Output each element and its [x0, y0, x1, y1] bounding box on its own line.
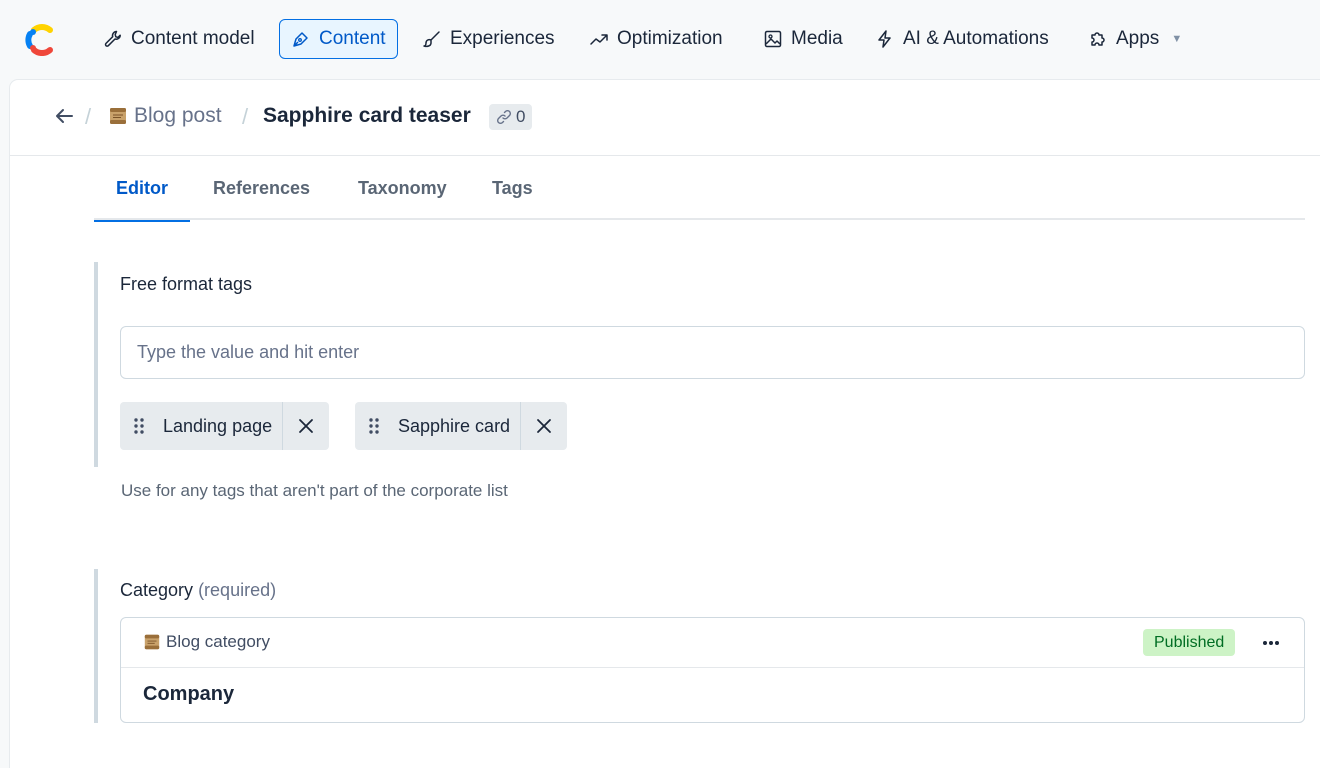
references-count: 0	[516, 107, 526, 126]
status-badge: Published	[1143, 629, 1236, 656]
more-actions-button[interactable]	[1254, 631, 1288, 655]
tag-pill: Landing page	[120, 402, 330, 450]
breadcrumb-parent-label: Blog post	[134, 104, 222, 127]
puzzle-icon	[1091, 32, 1105, 46]
entry-editor-panel: / Blog post / Sapphire card teaser 0 Edi…	[10, 80, 1320, 768]
tab-label: Tags	[492, 177, 533, 198]
tab-label: References	[213, 177, 311, 198]
more-horizontal-icon	[1263, 641, 1279, 645]
entry-title: Sapphire card teaser	[263, 104, 471, 127]
free-format-tags-field: Free format tags Landing page Sapphire c…	[94, 262, 1305, 467]
field-label-text: Category	[120, 580, 194, 600]
contentful-logo-icon[interactable]	[22, 22, 56, 56]
entry-card-header: Blog category Published	[121, 618, 1304, 668]
nav-label: AI & Automations	[903, 28, 1049, 49]
top-navigation: Content model Content Experiences Optimi…	[0, 0, 1320, 80]
entry-content-type: Blog category	[143, 632, 270, 652]
editor-tabs: Editor References Taxonomy Tags	[94, 156, 1305, 222]
tag-label: Sapphire card	[398, 415, 511, 436]
tab-label: Taxonomy	[358, 177, 447, 198]
category-field: Category (required) Blog category Publis…	[94, 569, 1305, 723]
tab-references[interactable]: References	[191, 156, 332, 220]
drag-handle-icon[interactable]	[355, 402, 393, 450]
field-label: Free format tags	[120, 274, 253, 294]
nav-label: Apps	[1116, 28, 1160, 49]
references-badge[interactable]: 0	[489, 104, 533, 130]
entry-header: / Blog post / Sapphire card teaser 0	[10, 80, 1320, 156]
trend-up-icon	[590, 34, 608, 45]
image-icon	[764, 30, 782, 48]
arrow-left-icon[interactable]	[52, 104, 76, 128]
nav-label: Content	[319, 28, 386, 49]
nav-label: Media	[791, 28, 843, 49]
chevron-down-icon: ▼	[1171, 33, 1183, 45]
tab-tags[interactable]: Tags	[470, 156, 555, 220]
remove-tag-button[interactable]	[520, 402, 567, 450]
linked-entry-card[interactable]: Blog category Published Company	[120, 617, 1305, 723]
close-icon	[537, 419, 551, 433]
breadcrumb-separator: /	[242, 104, 249, 129]
required-indicator: (required)	[198, 580, 277, 600]
breadcrumb-separator: /	[85, 104, 92, 129]
nav-media[interactable]: Media	[751, 19, 855, 59]
nav-content-model[interactable]: Content model	[91, 19, 267, 59]
nav-label: Content model	[131, 28, 255, 49]
remove-tag-button[interactable]	[282, 402, 329, 450]
nav-apps[interactable]: Apps ▼	[1076, 19, 1194, 59]
lightning-icon	[878, 30, 891, 48]
nav-optimization[interactable]: Optimization	[577, 19, 735, 59]
scroll-icon	[144, 634, 160, 650]
nav-ai-automations[interactable]: AI & Automations	[863, 19, 1061, 59]
nav-label: Optimization	[617, 28, 723, 49]
tab-editor[interactable]: Editor	[94, 156, 190, 222]
tag-pill: Sapphire card	[355, 402, 568, 450]
wrench-icon	[104, 30, 121, 47]
field-label: Category (required)	[120, 580, 276, 601]
tab-label: Editor	[116, 177, 168, 198]
tag-label: Landing page	[163, 415, 273, 436]
brush-icon	[423, 31, 440, 48]
pen-nib-icon	[293, 32, 308, 47]
nav-content[interactable]: Content	[279, 19, 398, 59]
drag-handle-icon[interactable]	[120, 402, 158, 450]
close-icon	[299, 419, 314, 433]
entry-content-type-label: Blog category	[166, 632, 270, 651]
linked-entry-title: Company	[143, 683, 235, 705]
tag-input[interactable]	[120, 326, 1305, 379]
scroll-icon	[110, 108, 126, 124]
field-help-text: Use for any tags that aren't part of the…	[121, 481, 508, 500]
link-icon	[496, 109, 512, 125]
nav-experiences[interactable]: Experiences	[410, 19, 567, 59]
nav-label: Experiences	[450, 28, 555, 49]
breadcrumb-parent[interactable]: Blog post	[108, 104, 222, 128]
tab-taxonomy[interactable]: Taxonomy	[336, 156, 469, 220]
